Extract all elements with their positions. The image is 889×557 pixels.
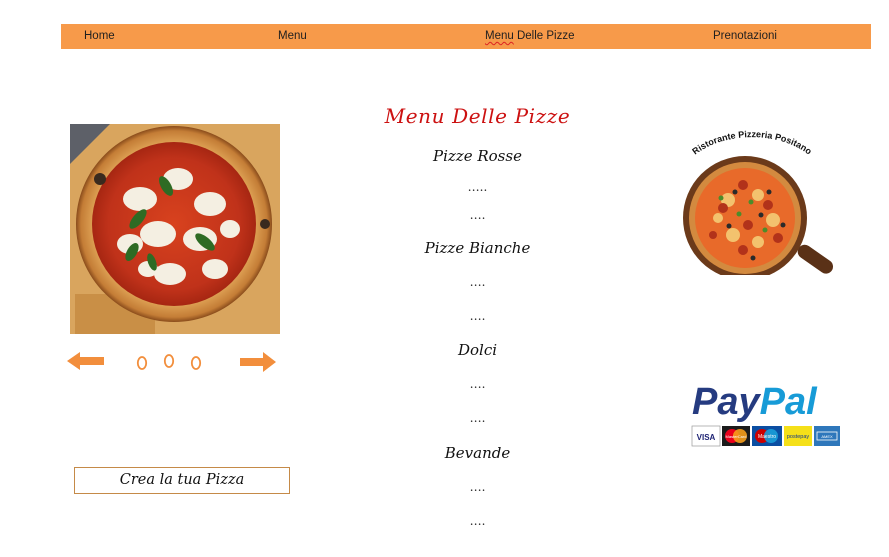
- menu-heading-dolci: Dolci: [457, 341, 498, 359]
- menu-item: ….: [469, 208, 486, 222]
- restaurant-logo: Ristorante Pizzeria Positano: [673, 129, 845, 280]
- nav-item-menu[interactable]: Menu: [278, 24, 307, 49]
- card-mastercard-icon: MasterCard: [722, 426, 750, 446]
- card-amex-icon: AMEX: [814, 426, 840, 446]
- card-visa-icon: VISA: [691, 425, 721, 447]
- crea-la-tua-pizza-button[interactable]: Crea la tua Pizza: [74, 467, 290, 494]
- menu-item: ….: [469, 480, 486, 494]
- nav-item-home[interactable]: Home: [84, 24, 115, 49]
- menu-item: ….: [469, 309, 486, 323]
- arrow-left-icon[interactable]: [67, 352, 104, 375]
- nav-item-menu-delle-pizze-rest: Delle Pizze: [513, 30, 575, 42]
- margherita-pizza-image: [70, 124, 280, 334]
- svg-text:VISA: VISA: [697, 433, 716, 442]
- carousel-dot-3[interactable]: [190, 355, 202, 376]
- arrow-right-icon[interactable]: [240, 352, 276, 377]
- logo-text: Ristorante Pizzeria Positano: [690, 129, 814, 157]
- menu-item: ….: [469, 377, 486, 391]
- carousel-dot-2[interactable]: [163, 353, 175, 374]
- nav-item-menu-delle-pizze[interactable]: Menu Delle Pizze: [485, 24, 575, 49]
- svg-text:postepay: postepay: [787, 434, 810, 440]
- card-postepay-icon: postepay: [784, 426, 812, 446]
- paypal-brand-text: PayPal: [692, 381, 818, 423]
- paypal-payment-logo: PayPal VISA MasterCard Maestro postepay …: [690, 378, 842, 450]
- nav-item-prenotazioni[interactable]: Prenotazioni: [713, 24, 777, 49]
- carousel-dot-1[interactable]: [136, 355, 148, 376]
- menu-item: ….: [469, 275, 486, 289]
- menu-item: ….: [469, 411, 486, 425]
- svg-text:AMEX: AMEX: [821, 434, 833, 439]
- menu-heading-pizze-bianche: Pizze Bianche: [424, 239, 531, 257]
- card-maestro-icon: Maestro: [752, 426, 782, 446]
- top-navigation-bar: Home Menu Menu Delle Pizze Prenotazioni: [61, 24, 871, 49]
- menu-item: ….: [469, 514, 486, 528]
- svg-text:Maestro: Maestro: [758, 434, 776, 440]
- menu-item: …..: [467, 180, 488, 194]
- nav-item-menu-delle-pizze-underlined: Menu: [485, 30, 514, 42]
- svg-text:Ristorante Pizzeria Positano: Ristorante Pizzeria Positano: [690, 130, 814, 157]
- menu-heading-pizze-rosse: Pizze Rosse: [433, 147, 522, 165]
- menu-title: Menu Delle Pizze: [384, 104, 571, 128]
- svg-text:MasterCard: MasterCard: [726, 434, 747, 439]
- menu-heading-bevande: Bevande: [444, 444, 511, 462]
